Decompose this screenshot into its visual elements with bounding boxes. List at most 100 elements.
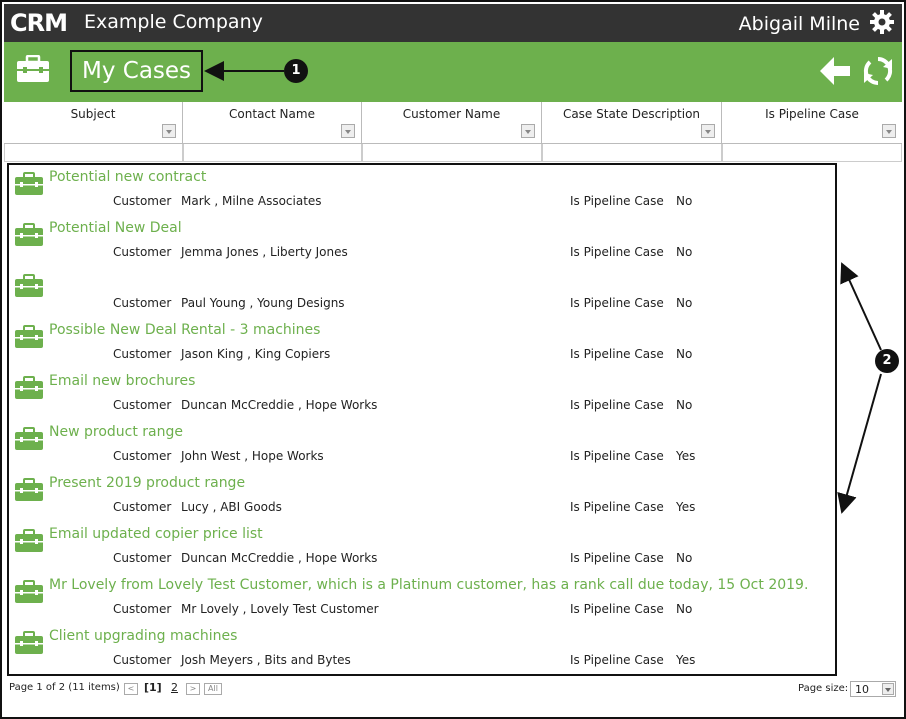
filter-dropdown-icon[interactable] xyxy=(341,124,355,138)
filter-input-contact[interactable] xyxy=(183,144,362,162)
list-item[interactable]: Email updated copier price list Customer D… xyxy=(9,522,835,573)
briefcase-icon xyxy=(14,325,44,353)
list-item[interactable]: Customer Paul Young , Young Designs Is Pip… xyxy=(9,267,835,318)
filter-dropdown-icon[interactable] xyxy=(701,124,715,138)
customer-label: Customer xyxy=(113,602,172,616)
column-customer-name[interactable]: Customer Name xyxy=(362,102,542,144)
customer-value: Mark , Milne Associates xyxy=(181,194,322,208)
page-title-box: My Cases xyxy=(70,50,203,92)
customer-label: Customer xyxy=(113,194,172,208)
column-contact-name[interactable]: Contact Name xyxy=(183,102,362,144)
customer-label: Customer xyxy=(113,245,172,259)
briefcase-icon xyxy=(14,274,44,302)
crm-logo[interactable]: CRM xyxy=(10,8,76,38)
briefcase-icon xyxy=(14,631,44,659)
user-name[interactable]: Abigail Milne xyxy=(739,13,860,35)
list-item[interactable]: New product range Customer John West , Hop… xyxy=(9,420,835,471)
case-subject-link[interactable]: Email updated copier price list xyxy=(49,526,263,542)
column-label: Contact Name xyxy=(229,107,315,121)
case-subject-link[interactable]: New product range xyxy=(49,424,183,440)
pipeline-value: Yes xyxy=(676,500,696,514)
filter-input-pipeline[interactable] xyxy=(722,144,902,162)
filter-input-customer[interactable] xyxy=(362,144,542,162)
briefcase-icon xyxy=(14,427,44,455)
customer-label: Customer xyxy=(113,500,172,514)
pipeline-value: No xyxy=(676,194,693,208)
pipeline-label: Is Pipeline Case xyxy=(570,602,664,616)
filter-dropdown-icon[interactable] xyxy=(882,124,896,138)
page-size-label: Page size: xyxy=(798,683,849,694)
filter-row xyxy=(4,144,902,162)
customer-value: Jason King , King Copiers xyxy=(181,347,331,361)
customer-value: Jemma Jones , Liberty Jones xyxy=(181,245,348,259)
case-subject-link[interactable]: Mr Lovely from Lovely Test Customer, whi… xyxy=(49,577,808,593)
customer-label: Customer xyxy=(113,398,172,412)
case-subject-link[interactable]: Email new brochures xyxy=(49,373,195,389)
filter-dropdown-icon[interactable] xyxy=(162,124,176,138)
filter-dropdown-icon[interactable] xyxy=(521,124,535,138)
pipeline-label: Is Pipeline Case xyxy=(570,245,664,259)
case-subject-link[interactable]: Potential new contract xyxy=(49,169,206,185)
case-list: Potential new contract Customer Mark , Mil… xyxy=(7,163,837,676)
list-item[interactable]: Present 2019 product range Customer Lucy ,… xyxy=(9,471,835,522)
customer-value: Mr Lovely , Lovely Test Customer xyxy=(181,602,379,616)
briefcase-icon xyxy=(14,376,44,404)
column-is-pipeline[interactable]: Is Pipeline Case xyxy=(722,102,902,144)
page-size-select[interactable]: 10 xyxy=(850,681,896,697)
column-subject[interactable]: Subject xyxy=(4,102,183,144)
case-subject-link[interactable]: Possible New Deal Rental - 3 machines xyxy=(49,322,320,338)
briefcase-icon xyxy=(14,223,44,251)
customer-value: Duncan McCreddie , Hope Works xyxy=(181,551,378,565)
column-case-state[interactable]: Case State Description xyxy=(542,102,722,144)
pipeline-value: No xyxy=(676,347,693,361)
list-item[interactable]: Possible New Deal Rental - 3 machines Cus… xyxy=(9,318,835,369)
list-item[interactable]: Mr Lovely from Lovely Test Customer, whi… xyxy=(9,573,835,624)
page-1-link[interactable]: [1] xyxy=(144,681,162,694)
case-subject-link[interactable]: Client upgrading machines xyxy=(49,628,237,644)
pager-summary: Page 1 of 2 (11 items) xyxy=(9,682,120,693)
pipeline-value: No xyxy=(676,296,693,310)
pipeline-value: No xyxy=(676,602,693,616)
briefcase-icon xyxy=(14,529,44,557)
pipeline-value: No xyxy=(676,551,693,565)
list-item[interactable]: Client upgrading machines Customer Josh Me… xyxy=(9,624,835,674)
column-label: Customer Name xyxy=(402,107,501,121)
customer-value: Duncan McCreddie , Hope Works xyxy=(181,398,378,412)
next-page-button[interactable]: > xyxy=(186,683,200,695)
page-header-bar: My Cases xyxy=(4,42,902,102)
customer-value: Paul Young , Young Designs xyxy=(181,296,345,310)
pipeline-label: Is Pipeline Case xyxy=(570,449,664,463)
briefcase-icon xyxy=(14,580,44,608)
pipeline-label: Is Pipeline Case xyxy=(570,194,664,208)
list-item[interactable]: Email new brochures Customer Duncan McCred… xyxy=(9,369,835,420)
customer-label: Customer xyxy=(113,653,172,667)
filter-input-subject[interactable] xyxy=(4,144,183,162)
customer-label: Customer xyxy=(113,449,172,463)
customer-label: Customer xyxy=(113,296,172,310)
pipeline-label: Is Pipeline Case xyxy=(570,296,664,310)
page-size-value: 10 xyxy=(855,683,869,696)
grid-header: Subject Contact Name Customer Name Case … xyxy=(4,102,902,144)
customer-value: John West , Hope Works xyxy=(181,449,324,463)
callout-2: 2 xyxy=(875,349,899,373)
company-name: Example Company xyxy=(84,11,263,33)
filter-input-state[interactable] xyxy=(542,144,722,162)
gear-icon[interactable] xyxy=(868,8,896,36)
top-bar: CRM Example Company Abigail Milne xyxy=(4,4,902,42)
callout-1: 1 xyxy=(284,59,308,83)
list-item[interactable]: Potential New Deal Customer Jemma Jones , … xyxy=(9,216,835,267)
page-2-link[interactable]: 2 xyxy=(171,681,178,694)
customer-label: Customer xyxy=(113,551,172,565)
refresh-icon[interactable] xyxy=(862,55,894,87)
prev-page-button[interactable]: < xyxy=(124,683,138,695)
all-pages-button[interactable]: All xyxy=(204,683,222,695)
case-subject-link[interactable]: Present 2019 product range xyxy=(49,475,245,491)
pipeline-label: Is Pipeline Case xyxy=(570,347,664,361)
list-item[interactable]: Potential new contract Customer Mark , Mil… xyxy=(9,165,835,216)
pipeline-label: Is Pipeline Case xyxy=(570,398,664,412)
chevron-down-icon[interactable] xyxy=(882,683,894,695)
back-arrow-icon[interactable] xyxy=(818,55,852,87)
column-label: Is Pipeline Case xyxy=(765,107,859,121)
customer-label: Customer xyxy=(113,347,172,361)
case-subject-link[interactable]: Potential New Deal xyxy=(49,220,182,236)
